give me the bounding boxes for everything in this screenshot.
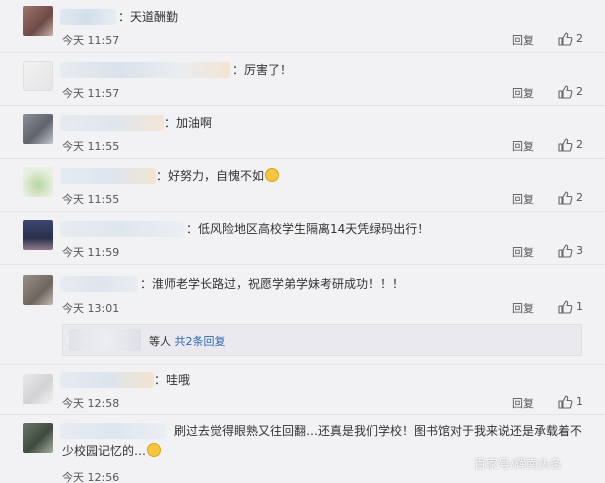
reply-button[interactable]: 回复 — [512, 300, 534, 316]
comment-time: 今天 11:59 — [62, 246, 120, 259]
comment-text: ：厉害了！ — [232, 63, 293, 77]
like-count: 2 — [576, 32, 583, 45]
avatar[interactable] — [23, 114, 53, 144]
avatar[interactable] — [23, 374, 53, 404]
thumbs-up-icon[interactable] — [557, 190, 573, 206]
comment-text: ：天道酬勤 — [118, 10, 179, 24]
comment-time: 今天 12:56 — [62, 471, 120, 483]
reply-button[interactable]: 回复 — [512, 85, 534, 101]
thumbs-up-icon[interactable] — [557, 137, 573, 153]
comment-list: ：天道酬勤 今天 11:57 回复 2 ：厉害了！ 今天 11:57 回复 2 … — [0, 0, 605, 483]
avatar[interactable] — [23, 423, 53, 453]
username-blurred[interactable] — [60, 9, 116, 25]
laughing-face-icon — [147, 443, 162, 457]
comment-item: 刷过去觉得眼熟又往回翻…还真是我们学校！图书馆对于我来说还是承载着不少校园记忆的… — [0, 415, 605, 483]
comment-item: ：哇哦 今天 12:58 回复 1 — [0, 365, 605, 415]
thumbs-up-icon[interactable] — [557, 31, 573, 47]
reply-avatars-blurred — [69, 329, 141, 351]
comment-time: 今天 11:55 — [62, 140, 120, 153]
username-blurred[interactable] — [60, 276, 138, 292]
comment-text: ：加油啊 — [164, 116, 213, 130]
username-blurred[interactable] — [60, 221, 184, 237]
comment-item: ：厉害了！ 今天 11:57 回复 2 — [0, 53, 605, 106]
avatar[interactable] — [23, 6, 53, 36]
like-count: 2 — [576, 85, 583, 98]
comment-time: 今天 11:57 — [62, 87, 120, 100]
comment-text: ：淮师老学长路过，祝愿学弟学妹考研成功！！！ — [140, 277, 405, 291]
avatar[interactable] — [23, 275, 53, 305]
like-count: 1 — [576, 395, 583, 408]
username-blurred[interactable] — [60, 372, 154, 388]
thumbs-up-icon[interactable] — [557, 243, 573, 259]
username-blurred[interactable] — [60, 62, 230, 78]
reply-button[interactable]: 回复 — [512, 244, 534, 260]
comment-text: ：好努力，自愧不如 — [156, 168, 280, 184]
comment-time: 今天 11:57 — [62, 34, 120, 47]
comment-text: ：低风险地区高校学生隔离14天凭绿码出行！ — [186, 222, 430, 236]
thumbs-up-icon[interactable] — [557, 299, 573, 315]
watermark: 百家号/辉南头条 — [474, 457, 563, 471]
sub-replies-summary: 等人 共2条回复 — [149, 333, 226, 349]
like-count: 3 — [576, 244, 583, 257]
avatar[interactable] — [23, 220, 53, 250]
reply-button[interactable]: 回复 — [512, 32, 534, 48]
view-replies-link[interactable]: 共2条回复 — [175, 335, 226, 348]
like-count: 2 — [576, 191, 583, 204]
comment-text-body: 刷过去觉得眼熟又往回翻…还真是我们学校！图书馆对于我来说还是承载着不少校园记忆的… — [62, 424, 583, 458]
sub-replies-box[interactable]: 等人 共2条回复 — [62, 324, 582, 356]
like-count: 1 — [576, 300, 583, 313]
comment-text-body: ：好努力，自愧不如 — [156, 169, 265, 183]
like-count: 2 — [576, 138, 583, 151]
comment-item: ：天道酬勤 今天 11:57 回复 2 — [0, 0, 605, 53]
avatar[interactable] — [23, 167, 53, 197]
reply-button[interactable]: 回复 — [512, 138, 534, 154]
sub-replies-prefix: 等人 — [149, 335, 175, 348]
comment-item: ：低风险地区高校学生隔离14天凭绿码出行！ 今天 11:59 回复 3 — [0, 212, 605, 265]
comment-time: 今天 13:01 — [62, 302, 120, 315]
comment-time: 今天 11:55 — [62, 193, 120, 206]
comment-text: ：哇哦 — [154, 373, 191, 387]
comment-item: ：加油啊 今天 11:55 回复 2 — [0, 106, 605, 159]
laughing-face-icon — [265, 168, 280, 182]
thumbs-up-icon[interactable] — [557, 84, 573, 100]
reply-button[interactable]: 回复 — [512, 395, 534, 411]
avatar[interactable] — [23, 61, 53, 91]
username-blurred[interactable] — [60, 115, 164, 131]
reply-button[interactable]: 回复 — [512, 191, 534, 207]
comment-item: ：好努力，自愧不如 今天 11:55 回复 2 — [0, 159, 605, 212]
comment-time: 今天 12:58 — [62, 397, 120, 410]
thumbs-up-icon[interactable] — [557, 394, 573, 410]
username-blurred[interactable] — [60, 168, 156, 184]
